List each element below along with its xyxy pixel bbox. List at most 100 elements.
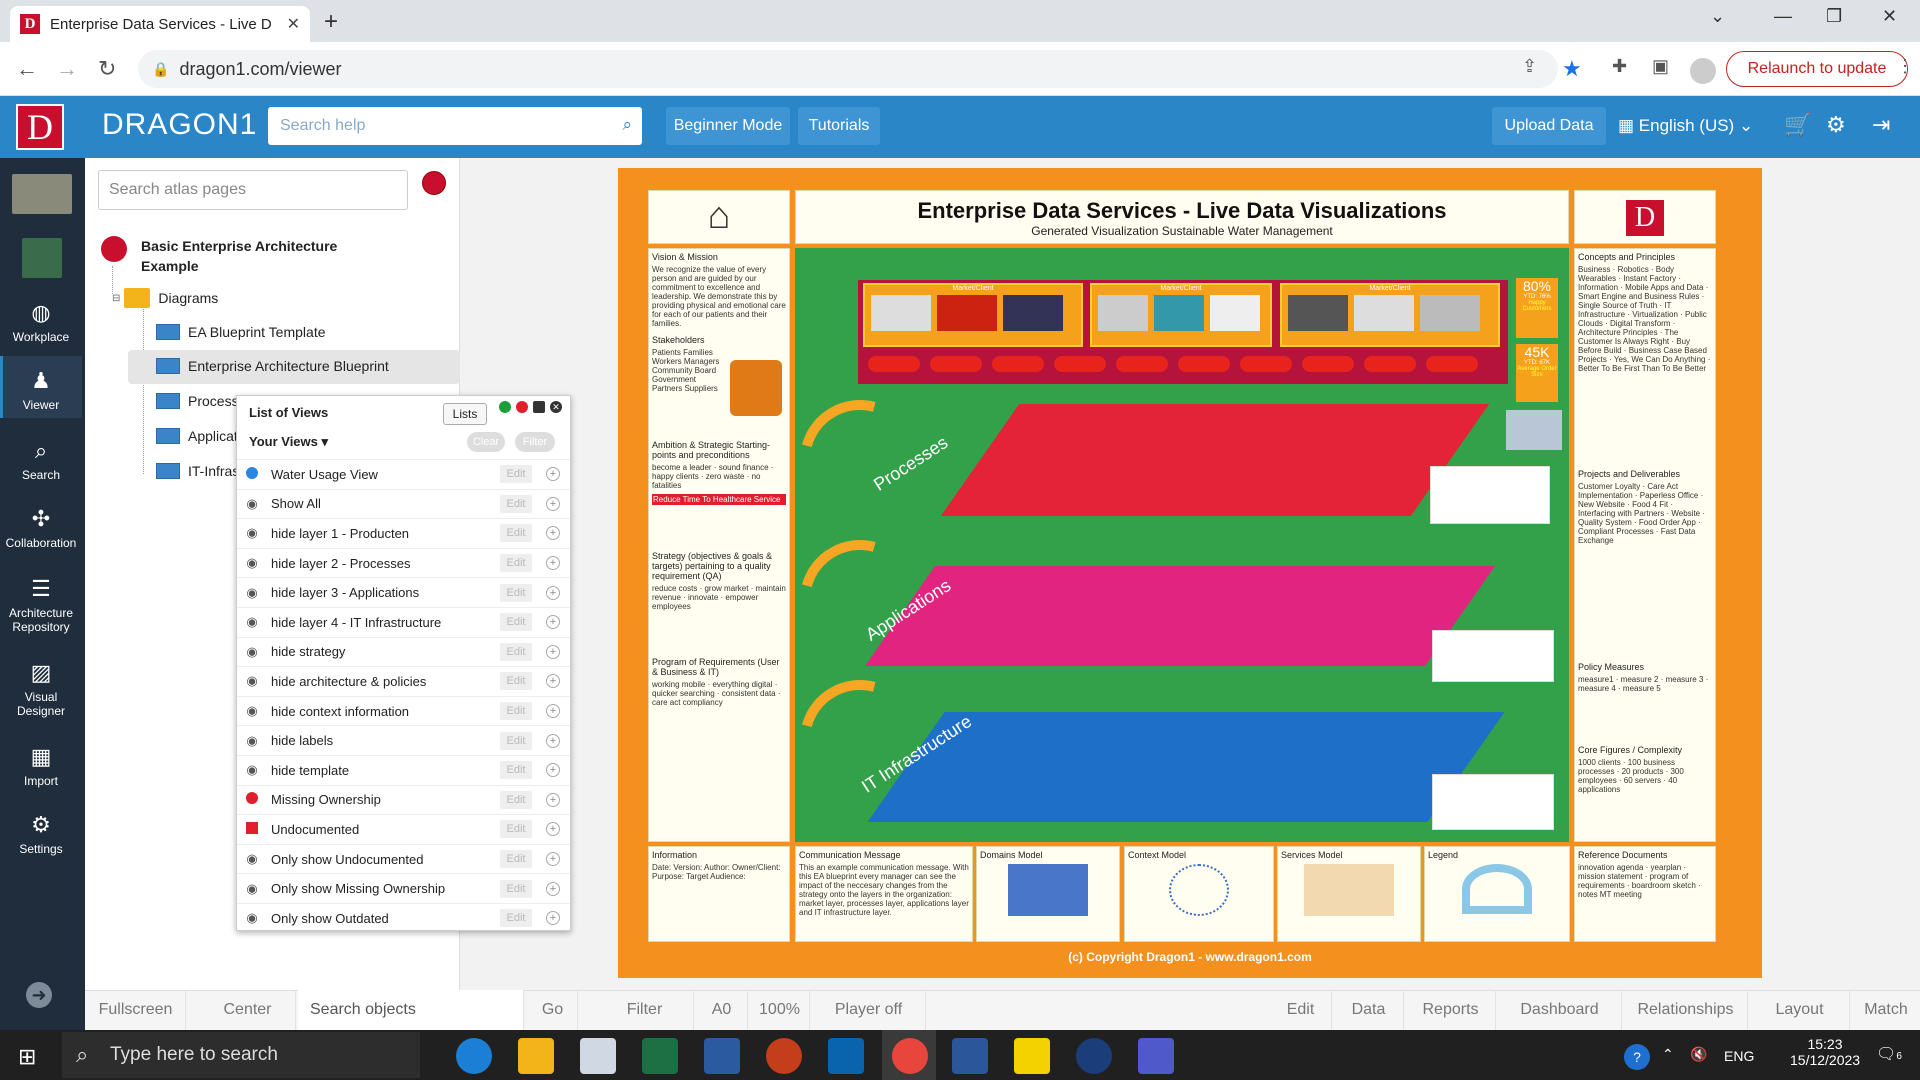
clear-button[interactable]: Clear	[467, 432, 505, 452]
view-edit-button[interactable]: Edit	[500, 790, 532, 809]
tree-item-ea-blueprint-template[interactable]: EA Blueprint Template	[156, 324, 326, 340]
view-row[interactable]: ◉ hide layer 1 - Producten Edit +	[237, 518, 570, 548]
reload-icon[interactable]: ↻	[98, 56, 116, 82]
browser-tab[interactable]: D Enterprise Data Services - Live D ✕	[10, 6, 310, 42]
view-edit-button[interactable]: Edit	[500, 583, 532, 602]
market-client-group-1[interactable]: Market/Client	[863, 283, 1083, 347]
market-client-group-2[interactable]: Market/Client	[1090, 283, 1272, 347]
add-view-icon[interactable]: +	[546, 496, 560, 511]
language-selector[interactable]: ▦ English (US) ⌄	[1618, 116, 1753, 136]
volume-muted-icon[interactable]: 🔇	[1690, 1046, 1707, 1063]
extensions-icon[interactable]: ✚	[1612, 56, 1627, 77]
close-tab-icon[interactable]: ✕	[287, 14, 300, 34]
view-edit-button[interactable]: Edit	[500, 494, 532, 513]
view-row[interactable]: Undocumented Edit +	[237, 814, 570, 844]
view-row[interactable]: Water Usage View Edit +	[237, 459, 570, 489]
context-model-box[interactable]: Context Model	[1124, 846, 1274, 942]
add-view-icon[interactable]: +	[546, 526, 560, 541]
applications-chart-thumbnail[interactable]	[1432, 630, 1554, 682]
view-row[interactable]: ◉ hide layer 4 - IT Infrastructure Edit +	[237, 607, 570, 637]
relationships-button[interactable]: Relationships	[1624, 990, 1748, 1030]
infrastructure-chart-thumbnail[interactable]	[1432, 774, 1554, 830]
view-edit-button[interactable]: Edit	[500, 613, 532, 632]
excel-icon[interactable]	[642, 1038, 678, 1074]
share-icon[interactable]: ⇪	[1522, 56, 1537, 77]
sidebar-item-architecture-repository[interactable]: ☰ Architecture Repository	[0, 576, 82, 634]
sidebar-item-search[interactable]: ⌕ Search	[0, 438, 82, 482]
close-popup-icon[interactable]: ✕	[550, 401, 562, 413]
minimize-icon[interactable]: —	[1774, 6, 1792, 27]
view-edit-button[interactable]: Edit	[500, 465, 532, 484]
profile-avatar[interactable]	[1690, 58, 1716, 84]
search-icon[interactable]: ⌕	[622, 115, 632, 135]
menu-icon[interactable]: ⋮	[1896, 56, 1914, 77]
bookmark-star-icon[interactable]: ★	[1562, 56, 1582, 82]
chrome-icon[interactable]	[892, 1038, 928, 1074]
add-view-icon[interactable]: +	[546, 704, 560, 719]
tutorials-button[interactable]: Tutorials	[798, 107, 880, 145]
windows-start-icon[interactable]: ⊞	[18, 1044, 36, 1070]
applications-layer[interactable]	[864, 566, 1496, 666]
match-button[interactable]: Match	[1852, 990, 1920, 1030]
add-view-icon[interactable]: +	[546, 822, 560, 837]
view-row[interactable]: ◉ hide template Edit +	[237, 755, 570, 785]
view-edit-button[interactable]: Edit	[500, 820, 532, 839]
tree-item-process[interactable]: Process	[156, 393, 239, 409]
your-views-dropdown[interactable]: Your Views ▾	[249, 434, 328, 450]
dashboard-button[interactable]: Dashboard	[1498, 990, 1622, 1030]
record-indicator-icon[interactable]	[422, 171, 446, 195]
view-row[interactable]: ◉ hide layer 3 - Applications Edit +	[237, 577, 570, 607]
zoom-level[interactable]: 100%	[750, 990, 810, 1030]
sidebar-item-collaboration[interactable]: ✣ Collaboration	[0, 506, 82, 550]
process-chart-thumbnail[interactable]	[1430, 466, 1550, 524]
add-view-icon[interactable]: +	[546, 674, 560, 689]
maximize-icon[interactable]: ❐	[1826, 6, 1842, 27]
sidebar-item-import[interactable]: ▦ Import	[0, 744, 82, 788]
add-view-icon[interactable]: +	[546, 763, 560, 778]
tree-item-it-infrastructure[interactable]: IT-Infras	[156, 463, 239, 479]
view-row[interactable]: ◉ hide strategy Edit +	[237, 636, 570, 667]
view-edit-button[interactable]: Edit	[500, 909, 532, 928]
market-client-group-3[interactable]: Market/Client	[1280, 283, 1500, 347]
view-row[interactable]: ◉ hide layer 2 - Processes Edit +	[237, 547, 570, 578]
services-model-box[interactable]: Services Model	[1277, 846, 1421, 942]
home-icon[interactable]: ⌂	[648, 190, 790, 244]
view-row[interactable]: ◉ Only show Undocumented Edit +	[237, 843, 570, 874]
view-edit-button[interactable]: Edit	[500, 554, 532, 573]
app-icon[interactable]	[580, 1038, 616, 1074]
add-view-icon[interactable]: +	[546, 467, 560, 482]
help-icon[interactable]: ?	[1624, 1044, 1650, 1070]
close-window-icon[interactable]: ✕	[1882, 6, 1897, 27]
forward-icon[interactable]: →	[56, 56, 78, 82]
tree-folder-diagrams[interactable]: ⊟ Diagrams	[112, 288, 218, 308]
taskbar-search[interactable]: Type here to search	[62, 1032, 420, 1078]
tree-root-label[interactable]: Basic Enterprise Architecture Example	[141, 236, 351, 276]
add-view-icon[interactable]: +	[546, 852, 560, 867]
view-edit-button[interactable]: Edit	[500, 731, 532, 750]
robot-image[interactable]	[1506, 410, 1562, 450]
settings-cogs-icon[interactable]: ⚙	[1826, 112, 1846, 138]
data-button[interactable]: Data	[1334, 990, 1404, 1030]
add-view-icon[interactable]: +	[546, 556, 560, 571]
expand-arrow-icon[interactable]: ➜	[26, 982, 52, 1008]
search-atlas-input[interactable]: Search atlas pages	[98, 170, 408, 210]
kpi-average-order-size[interactable]: 45K YTD: 67K Average Order Size	[1516, 344, 1558, 402]
chevron-up-icon[interactable]: ⌃	[1662, 1046, 1674, 1063]
add-view-icon[interactable]: +	[546, 615, 560, 630]
dragon1-logo[interactable]: D	[16, 104, 64, 150]
go-button[interactable]: Go	[528, 990, 578, 1030]
player-button[interactable]: Player off	[812, 990, 926, 1030]
add-view-icon[interactable]: +	[546, 881, 560, 896]
view-edit-button[interactable]: Edit	[500, 524, 532, 543]
search-objects-input[interactable]: Search objects	[298, 990, 524, 1030]
teams-icon[interactable]	[1138, 1038, 1174, 1074]
sidepanel-icon[interactable]: ▣	[1652, 56, 1669, 77]
filter-button[interactable]: Filter	[515, 432, 555, 452]
todo-icon[interactable]	[1014, 1038, 1050, 1074]
language-indicator[interactable]: ENG	[1724, 1048, 1754, 1064]
robot-arm-image[interactable]	[730, 360, 782, 416]
minimize-popup-icon[interactable]	[533, 401, 545, 413]
lists-button[interactable]: Lists	[443, 403, 487, 425]
view-edit-button[interactable]: Edit	[500, 879, 532, 898]
forest-thumbnail-image[interactable]	[22, 238, 62, 278]
